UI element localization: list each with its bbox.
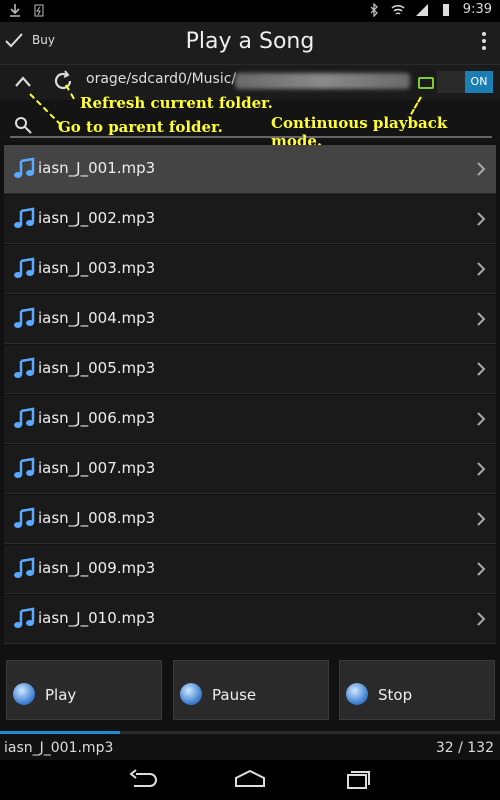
pause-icon: [180, 683, 202, 705]
bluetooth-icon: [370, 2, 378, 17]
playback-progress[interactable]: [0, 731, 500, 734]
status-bar: 9:39: [0, 0, 500, 22]
music-note-icon: [14, 257, 35, 278]
chevron-right-icon: [477, 162, 486, 176]
download-icon: [10, 4, 20, 17]
page-title: Play a Song: [185, 29, 315, 54]
music-note-icon: [14, 157, 35, 178]
file-name: iasn_J_003.mp3: [38, 259, 156, 277]
music-note-icon: [14, 357, 35, 378]
path-redacted: [235, 73, 410, 89]
play-icon: [13, 683, 35, 705]
chevron-right-icon: [477, 262, 486, 276]
music-note-icon: [14, 507, 35, 528]
pause-label: Pause: [212, 686, 257, 704]
file-name: iasn_J_008.mp3: [38, 509, 156, 527]
music-note-icon: [14, 607, 35, 628]
file-row[interactable]: iasn_J_005.mp3: [4, 345, 496, 394]
chevron-right-icon: [477, 412, 486, 426]
file-row[interactable]: iasn_J_001.mp3: [4, 145, 496, 194]
chevron-up-icon[interactable]: [10, 69, 36, 95]
chevron-right-icon: [477, 562, 486, 576]
chevron-right-icon: [477, 362, 486, 376]
file-name: iasn_J_010.mp3: [38, 609, 156, 627]
file-row[interactable]: iasn_J_009.mp3: [4, 545, 496, 594]
file-name: iasn_J_001.mp3: [38, 159, 156, 177]
file-name: iasn_J_007.mp3: [38, 459, 156, 477]
music-note-icon: [14, 207, 35, 228]
playback-controls: Play Pause Stop: [0, 655, 500, 730]
file-name: iasn_J_002.mp3: [38, 209, 156, 227]
stop-button[interactable]: Stop: [339, 660, 495, 720]
chevron-right-icon: [477, 312, 486, 326]
music-note-icon: [14, 557, 35, 578]
music-note-icon: [14, 407, 35, 428]
progress-fill: [0, 731, 120, 734]
signal-icon: [415, 3, 428, 16]
chevron-right-icon: [477, 462, 486, 476]
file-row[interactable]: iasn_J_010.mp3: [4, 595, 496, 644]
recents-icon[interactable]: [340, 768, 374, 790]
continuous-playback-toggle[interactable]: ON: [437, 71, 493, 93]
annotation-refresh: Refresh current folder.: [80, 94, 273, 112]
navigation-bar: [0, 760, 500, 800]
battery-charging-icon: [34, 4, 44, 17]
stop-label: Stop: [378, 686, 413, 704]
pause-button[interactable]: Pause: [173, 660, 329, 720]
overflow-menu-icon[interactable]: [482, 32, 486, 52]
clock: 9:39: [462, 2, 492, 17]
wifi-icon: [391, 4, 405, 15]
refresh-icon[interactable]: [50, 68, 76, 94]
home-icon[interactable]: [233, 768, 267, 790]
chevron-right-icon: [477, 512, 486, 526]
stop-icon: [346, 683, 368, 705]
toggle-on-label: ON: [465, 71, 493, 93]
track-counter: 32 / 132: [435, 740, 494, 756]
file-name: iasn_J_004.mp3: [38, 309, 156, 327]
chevron-right-icon: [477, 612, 486, 626]
file-row[interactable]: iasn_J_003.mp3: [4, 245, 496, 294]
file-list: iasn_J_001.mp3 iasn_J_002.mp3 iasn_J_003.m…: [4, 145, 496, 645]
file-row[interactable]: iasn_J_008.mp3: [4, 495, 496, 544]
file-row[interactable]: iasn_J_004.mp3: [4, 295, 496, 344]
play-label: Play: [45, 686, 77, 704]
search-icon[interactable]: [14, 116, 32, 134]
now-playing-title: iasn_J_001.mp3: [4, 740, 114, 756]
repeat-icon: [418, 77, 434, 89]
action-bar: Buy Play a Song: [0, 22, 500, 65]
play-button[interactable]: Play: [6, 660, 162, 720]
battery-icon: [442, 3, 449, 16]
file-row[interactable]: iasn_J_002.mp3: [4, 195, 496, 244]
annotation-parent: Go to parent folder.: [58, 118, 223, 136]
chevron-right-icon: [477, 212, 486, 226]
music-note-icon: [14, 307, 35, 328]
file-row[interactable]: iasn_J_006.mp3: [4, 395, 496, 444]
current-path: orage/sdcard0/Music/: [86, 71, 237, 87]
music-note-icon: [14, 457, 35, 478]
file-name: iasn_J_009.mp3: [38, 559, 156, 577]
file-name: iasn_J_005.mp3: [38, 359, 156, 377]
file-name: iasn_J_006.mp3: [38, 409, 156, 427]
file-row[interactable]: iasn_J_007.mp3: [4, 445, 496, 494]
back-icon[interactable]: [126, 768, 160, 790]
